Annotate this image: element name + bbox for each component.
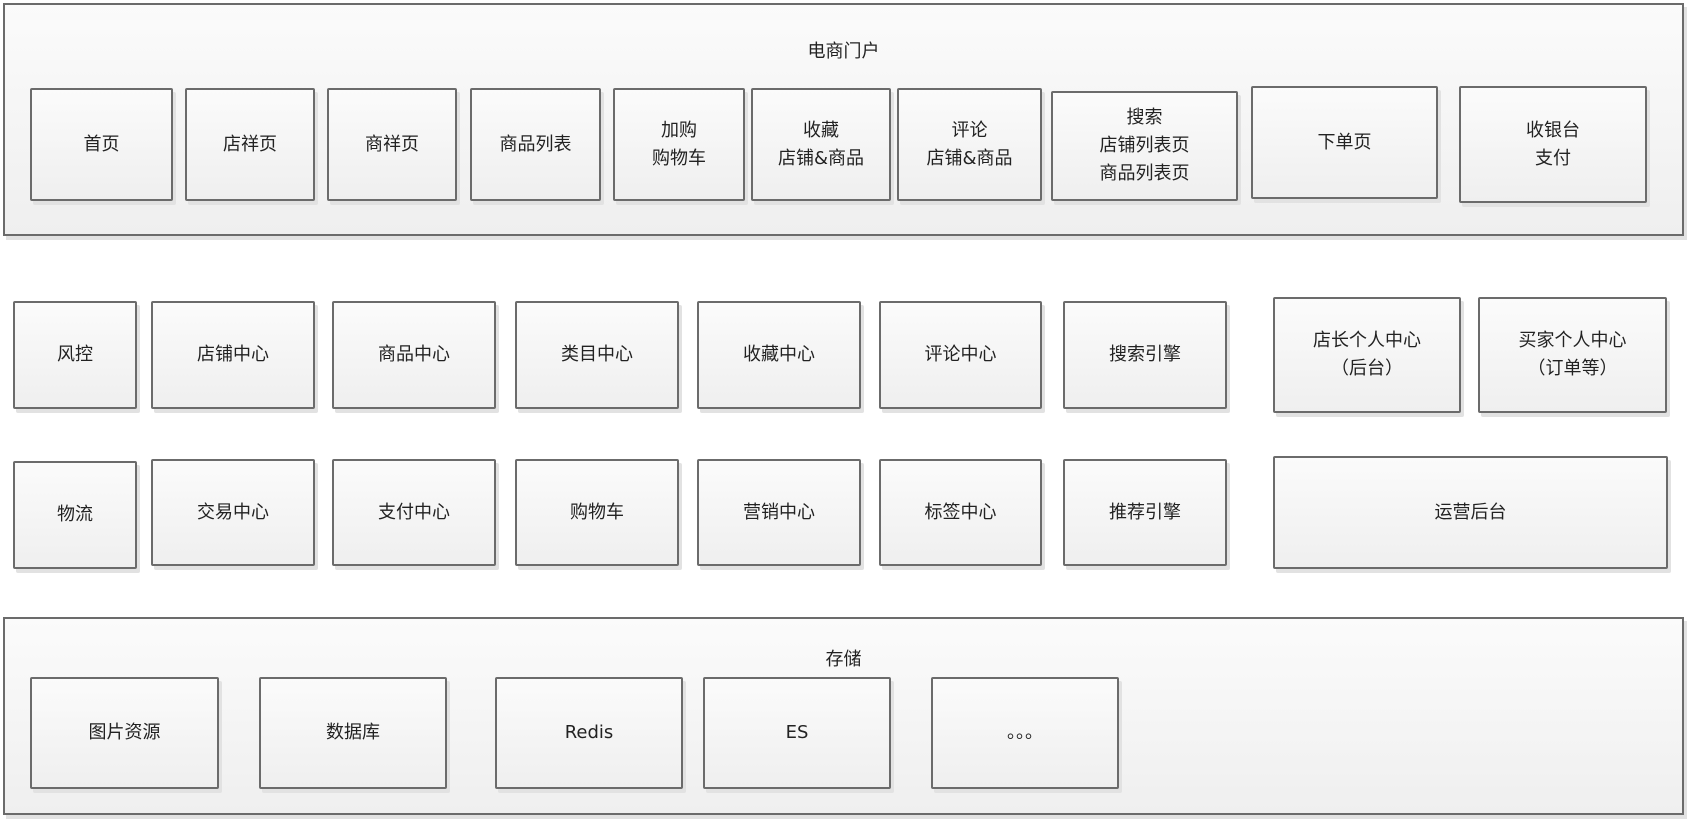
portal-shop-detail: 店祥页 xyxy=(185,88,315,201)
service-operations-admin: 运营后台 xyxy=(1273,456,1668,569)
service-favorite-center: 收藏中心 xyxy=(697,301,861,409)
service-logistics: 物流 xyxy=(13,461,137,569)
storage-images: 图片资源 xyxy=(30,677,219,789)
portal-order: 下单页 xyxy=(1251,86,1438,199)
portal-add-cart: 加购 购物车 xyxy=(613,88,745,201)
service-trade-center: 交易中心 xyxy=(151,459,315,566)
portal-checkout: 收银台 支付 xyxy=(1459,86,1647,203)
service-shopowner-center: 店长个人中心 （后台） xyxy=(1273,297,1461,413)
service-search-engine: 搜索引擎 xyxy=(1063,301,1227,409)
portal-product-list: 商品列表 xyxy=(470,88,601,201)
storage-more: 。。。 xyxy=(931,677,1119,789)
service-recommend-engine: 推荐引擎 xyxy=(1063,459,1227,566)
service-review-center: 评论中心 xyxy=(879,301,1042,409)
service-risk-control: 风控 xyxy=(13,301,137,409)
service-category-center: 类目中心 xyxy=(515,301,679,409)
service-payment-center: 支付中心 xyxy=(332,459,496,566)
portal-review: 评论 店铺&商品 xyxy=(897,88,1042,201)
storage-title: 存储 xyxy=(825,649,862,670)
service-tag-center: 标签中心 xyxy=(879,459,1042,566)
service-buyer-center: 买家个人中心 （订单等） xyxy=(1478,297,1667,413)
storage-es: ES xyxy=(703,677,891,789)
service-product-center: 商品中心 xyxy=(332,301,496,409)
storage-database: 数据库 xyxy=(259,677,447,789)
portal-product-detail: 商祥页 xyxy=(327,88,457,201)
portal-home: 首页 xyxy=(30,88,173,201)
service-shop-center: 店铺中心 xyxy=(151,301,315,409)
service-cart: 购物车 xyxy=(515,459,679,566)
service-marketing-center: 营销中心 xyxy=(697,459,861,566)
storage-redis: Redis xyxy=(495,677,683,789)
portal-search: 搜索 店铺列表页 商品列表页 xyxy=(1051,91,1238,201)
portal-favorite: 收藏 店铺&商品 xyxy=(751,88,891,201)
portal-title: 电商门户 xyxy=(807,41,880,62)
